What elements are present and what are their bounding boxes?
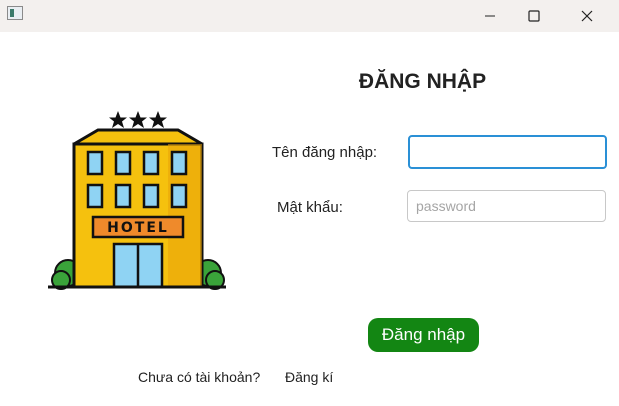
hotel-sign-text: HOTEL: [107, 220, 169, 236]
register-link[interactable]: Đăng kí: [285, 369, 333, 385]
username-field[interactable]: [408, 135, 607, 169]
maximize-icon: [528, 10, 540, 22]
password-field[interactable]: [407, 190, 606, 222]
minimize-button[interactable]: [467, 0, 513, 32]
app-window-icon: [7, 6, 23, 20]
title-bar: [0, 0, 619, 32]
username-label: Tên đăng nhập:: [272, 144, 378, 161]
close-button[interactable]: [564, 0, 610, 32]
close-icon: [581, 10, 593, 22]
login-button[interactable]: Đăng nhập: [368, 318, 479, 352]
hotel-building-icon: HOTEL: [48, 111, 226, 290]
maximize-button[interactable]: [511, 0, 557, 32]
password-label: Mật khẩu:: [277, 199, 343, 216]
page-title: ĐĂNG NHẬP: [358, 70, 487, 93]
minimize-icon: [485, 15, 495, 17]
star-icon: [109, 111, 167, 128]
no-account-text: Chưa có tài khoản?: [138, 369, 261, 385]
